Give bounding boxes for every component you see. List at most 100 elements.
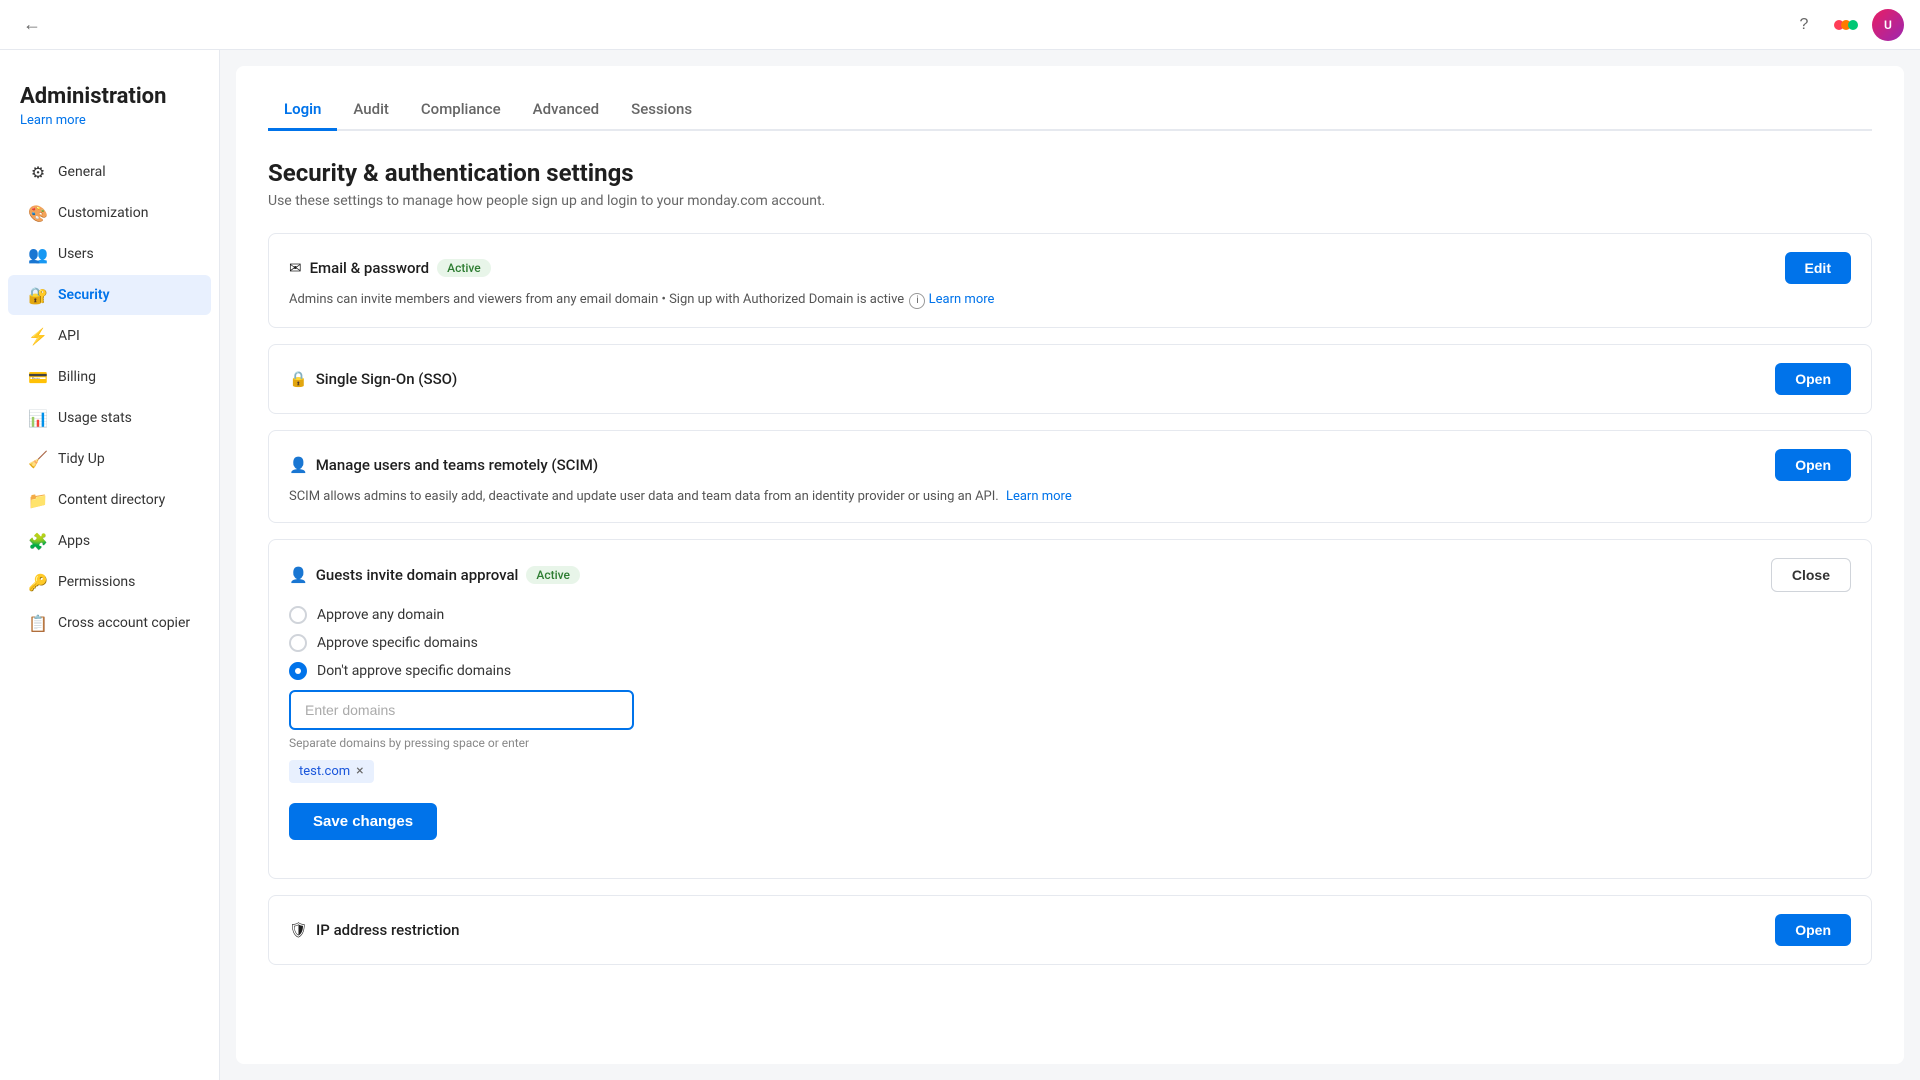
cross-account-icon: 📋	[28, 613, 48, 633]
guests-invite-close-button[interactable]: Close	[1771, 558, 1851, 592]
email-password-description: Admins can invite members and viewers fr…	[289, 292, 1851, 309]
sidebar-label-users: Users	[58, 246, 94, 262]
ip-restriction-header: 🛡 IP address restriction Open	[289, 914, 1851, 946]
sidebar-item-customization[interactable]: 🎨 Customization	[8, 193, 211, 233]
sso-card: 🔒 Single Sign-On (SSO) Open	[268, 344, 1872, 414]
sidebar-item-usage-stats[interactable]: 📊 Usage stats	[8, 398, 211, 438]
tabs: Login Audit Compliance Advanced Sessions	[268, 90, 1872, 131]
main-content: Login Audit Compliance Advanced Sessions…	[220, 0, 1920, 1080]
sidebar: Administration Learn more ⚙ General 🎨 Cu…	[0, 0, 220, 1080]
sidebar-header: Administration Learn more	[0, 60, 219, 136]
sidebar-item-apps[interactable]: 🧩 Apps	[8, 521, 211, 561]
sidebar-label-cross-account: Cross account copier	[58, 615, 190, 631]
tab-login[interactable]: Login	[268, 90, 337, 131]
scim-learn-more[interactable]: Learn more	[1006, 489, 1072, 504]
learn-more-link[interactable]: Learn more	[929, 292, 995, 307]
tab-advanced[interactable]: Advanced	[517, 90, 615, 131]
page-subtitle: Use these settings to manage how people …	[268, 193, 1872, 209]
email-password-label: Email & password	[310, 259, 430, 277]
email-password-header: ✉ Email & password Active Edit	[289, 252, 1851, 284]
radio-label-approve-specific: Approve specific domains	[317, 635, 478, 651]
guests-invite-title: 👤 Guests invite domain approval Active	[289, 566, 580, 584]
tab-audit[interactable]: Audit	[337, 90, 404, 131]
sidebar-item-content-directory[interactable]: 📁 Content directory	[8, 480, 211, 520]
back-button[interactable]: ←	[16, 9, 48, 41]
sso-header: 🔒 Single Sign-On (SSO) Open	[289, 363, 1851, 395]
lock-icon: 🔒	[289, 370, 308, 388]
email-password-card: ✉ Email & password Active Edit Admins ca…	[268, 233, 1872, 328]
permissions-icon: 🔑	[28, 572, 48, 592]
sidebar-label-apps: Apps	[58, 533, 90, 549]
sidebar-label-api: API	[58, 328, 80, 344]
page-title: Security & authentication settings	[268, 159, 1872, 187]
topbar-left: ←	[16, 9, 48, 41]
sidebar-title: Administration	[20, 84, 199, 109]
sidebar-label-tidy-up: Tidy Up	[58, 451, 105, 467]
radio-circle-dont-approve	[289, 662, 307, 680]
usage-stats-icon: 📊	[28, 408, 48, 428]
ip-restriction-title: 🛡 IP address restriction	[289, 921, 460, 939]
email-password-badge: Active	[437, 259, 491, 277]
tag-value: test.com	[299, 764, 350, 779]
guests-invite-header: 👤 Guests invite domain approval Active C…	[289, 558, 1851, 592]
help-icon: ?	[1800, 16, 1809, 34]
scim-open-button[interactable]: Open	[1775, 449, 1851, 481]
brand-logo	[1832, 11, 1860, 39]
sso-title: 🔒 Single Sign-On (SSO)	[289, 370, 457, 388]
sidebar-item-users[interactable]: 👥 Users	[8, 234, 211, 274]
sidebar-nav: ⚙ General 🎨 Customization 👥 Users 🔐 Secu…	[0, 152, 219, 643]
tab-sessions[interactable]: Sessions	[615, 90, 708, 131]
sidebar-label-general: General	[58, 164, 106, 180]
email-icon: ✉	[289, 259, 302, 277]
edit-button[interactable]: Edit	[1785, 252, 1851, 284]
sidebar-item-tidy-up[interactable]: 🧹 Tidy Up	[8, 439, 211, 479]
billing-icon: 💳	[28, 367, 48, 387]
radio-dont-approve-specific[interactable]: Don't approve specific domains	[289, 662, 1851, 680]
guests-person-icon: 👤	[289, 566, 308, 584]
sidebar-label-security: Security	[58, 287, 110, 303]
sidebar-item-permissions[interactable]: 🔑 Permissions	[8, 562, 211, 602]
sidebar-learn-more[interactable]: Learn more	[20, 113, 199, 128]
tag-list: test.com ×	[289, 760, 1851, 783]
scim-title: 👤 Manage users and teams remotely (SCIM)	[289, 456, 598, 474]
radio-approve-any[interactable]: Approve any domain	[289, 606, 1851, 624]
info-icon[interactable]: i	[909, 293, 925, 309]
sso-open-button[interactable]: Open	[1775, 363, 1851, 395]
sidebar-label-permissions: Permissions	[58, 574, 135, 590]
email-password-desc-text: Admins can invite members and viewers fr…	[289, 292, 904, 307]
domain-hint: Separate domains by pressing space or en…	[289, 736, 1851, 750]
ip-restriction-open-button[interactable]: Open	[1775, 914, 1851, 946]
help-button[interactable]: ?	[1788, 9, 1820, 41]
tag-remove-button[interactable]: ×	[356, 764, 363, 778]
domain-tag-test-com: test.com ×	[289, 760, 374, 783]
customization-icon: 🎨	[28, 203, 48, 223]
topbar: ← ? U	[0, 0, 1920, 50]
users-icon: 👥	[28, 244, 48, 264]
radio-circle-approve-specific	[289, 634, 307, 652]
scim-header: 👤 Manage users and teams remotely (SCIM)…	[289, 449, 1851, 481]
content-area: Login Audit Compliance Advanced Sessions…	[236, 66, 1904, 1064]
topbar-right: ? U	[1788, 9, 1904, 41]
tab-compliance[interactable]: Compliance	[405, 90, 517, 131]
ip-restriction-label: IP address restriction	[316, 921, 459, 939]
scim-card: 👤 Manage users and teams remotely (SCIM)…	[268, 430, 1872, 523]
save-btn-row: Save changes	[289, 803, 1851, 840]
sidebar-item-general[interactable]: ⚙ General	[8, 152, 211, 192]
domain-input[interactable]	[289, 690, 634, 730]
tidy-up-icon: 🧹	[28, 449, 48, 469]
sidebar-label-content-directory: Content directory	[58, 492, 165, 508]
content-directory-icon: 📁	[28, 490, 48, 510]
email-password-title: ✉ Email & password Active	[289, 259, 491, 277]
save-changes-button[interactable]: Save changes	[289, 803, 437, 840]
general-icon: ⚙	[28, 162, 48, 182]
sso-label: Single Sign-On (SSO)	[316, 370, 458, 388]
api-icon: ⚡	[28, 326, 48, 346]
sidebar-item-cross-account[interactable]: 📋 Cross account copier	[8, 603, 211, 643]
sidebar-item-security[interactable]: 🔐 Security	[8, 275, 211, 315]
guests-invite-card: 👤 Guests invite domain approval Active C…	[268, 539, 1872, 879]
sidebar-item-api[interactable]: ⚡ API	[8, 316, 211, 356]
radio-approve-specific[interactable]: Approve specific domains	[289, 634, 1851, 652]
avatar[interactable]: U	[1872, 9, 1904, 41]
apps-icon: 🧩	[28, 531, 48, 551]
sidebar-item-billing[interactable]: 💳 Billing	[8, 357, 211, 397]
